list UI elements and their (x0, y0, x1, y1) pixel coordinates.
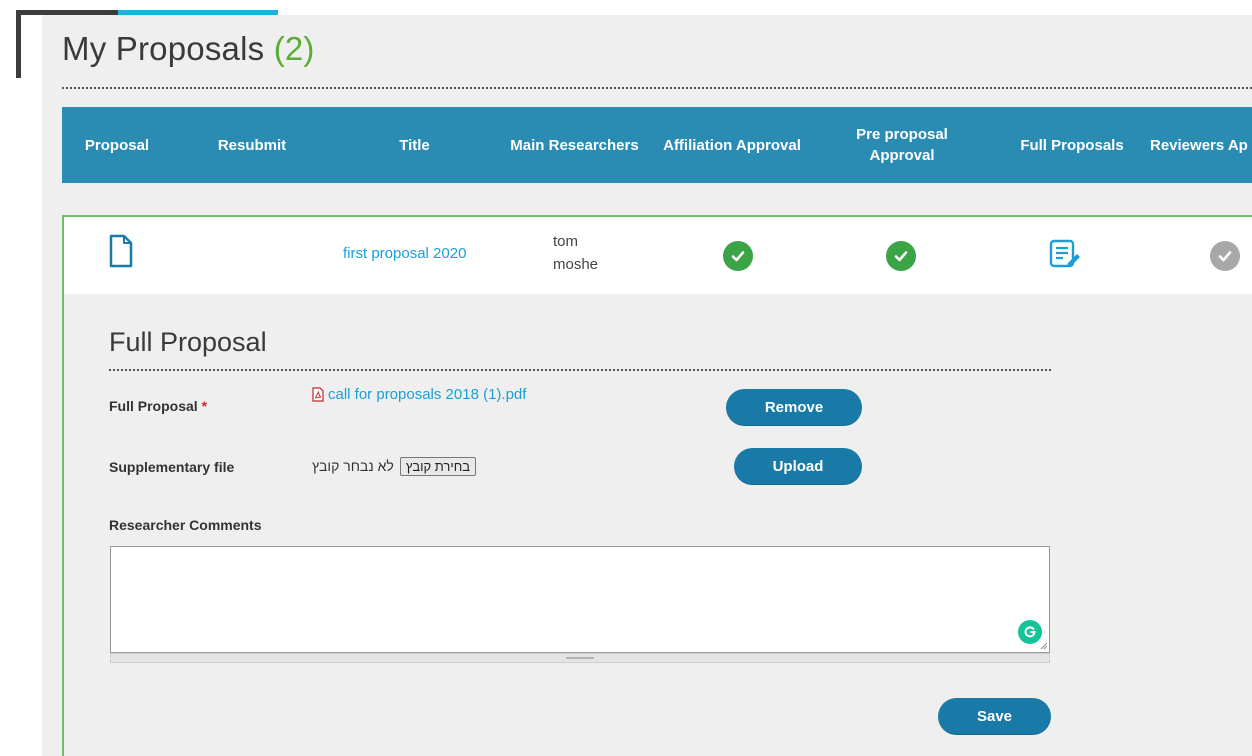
check-circle-icon (886, 241, 916, 271)
upload-button[interactable]: Upload (734, 448, 862, 485)
column-header-proposal[interactable]: Proposal (62, 107, 172, 183)
file-name[interactable]: call for proposals 2018 (1).pdf (328, 386, 526, 403)
proposal-row-container (62, 215, 1252, 756)
column-header-main-researchers[interactable]: Main Researchers (502, 107, 647, 183)
resize-corner-icon[interactable] (1039, 641, 1048, 650)
researcher-name: moshe (553, 256, 599, 273)
column-header-affiliation-approval[interactable]: Affiliation Approval (648, 107, 816, 183)
pdf-file-icon (312, 387, 324, 402)
researcher-comments-label: Researcher Comments (109, 517, 262, 533)
title-divider (62, 87, 1252, 89)
full-proposal-file-link[interactable]: call for proposals 2018 (1).pdf (312, 386, 526, 403)
section-divider (109, 369, 1051, 371)
column-header-full-proposals[interactable]: Full Proposals (1007, 107, 1137, 183)
full-proposal-label-text: Full Proposal (109, 398, 198, 414)
supplementary-file-input[interactable]: בחירת קובץ לא נבחר קובץ (312, 455, 477, 477)
section-title: Full Proposal (109, 327, 267, 357)
column-header-resubmit[interactable]: Resubmit (192, 107, 312, 183)
left-strip (0, 0, 42, 756)
edit-document-icon[interactable] (1049, 239, 1081, 271)
column-header-title[interactable]: Title (362, 107, 467, 183)
document-icon[interactable] (109, 234, 133, 268)
table-header: Proposal Resubmit Title Main Researchers… (62, 107, 1252, 183)
full-proposal-label: Full Proposal * (109, 398, 207, 414)
save-button[interactable]: Save (938, 698, 1051, 735)
required-marker: * (201, 398, 208, 414)
choose-file-button[interactable]: בחירת קובץ (399, 456, 477, 476)
proposal-count: (2) (273, 30, 315, 67)
researcher-comments-textarea[interactable] (110, 546, 1050, 653)
column-header-pre-proposal-approval[interactable]: Pre proposal Approval (837, 107, 967, 183)
accent-bar-vertical (16, 10, 21, 78)
supplementary-file-label: Supplementary file (109, 459, 235, 475)
remove-button[interactable]: Remove (726, 389, 862, 426)
page-title: My Proposals (2) (62, 30, 315, 68)
no-file-chosen-text: לא נבחר קובץ (312, 458, 394, 474)
researcher-name: tom (553, 233, 579, 250)
proposal-title-link[interactable]: first proposal 2020 (343, 245, 466, 262)
check-circle-icon (723, 241, 753, 271)
column-header-reviewers-approval[interactable]: Reviewers Ap (1150, 107, 1252, 183)
resize-grip[interactable] (566, 657, 594, 659)
check-circle-icon (1210, 241, 1240, 271)
page-title-text: My Proposals (62, 30, 265, 67)
